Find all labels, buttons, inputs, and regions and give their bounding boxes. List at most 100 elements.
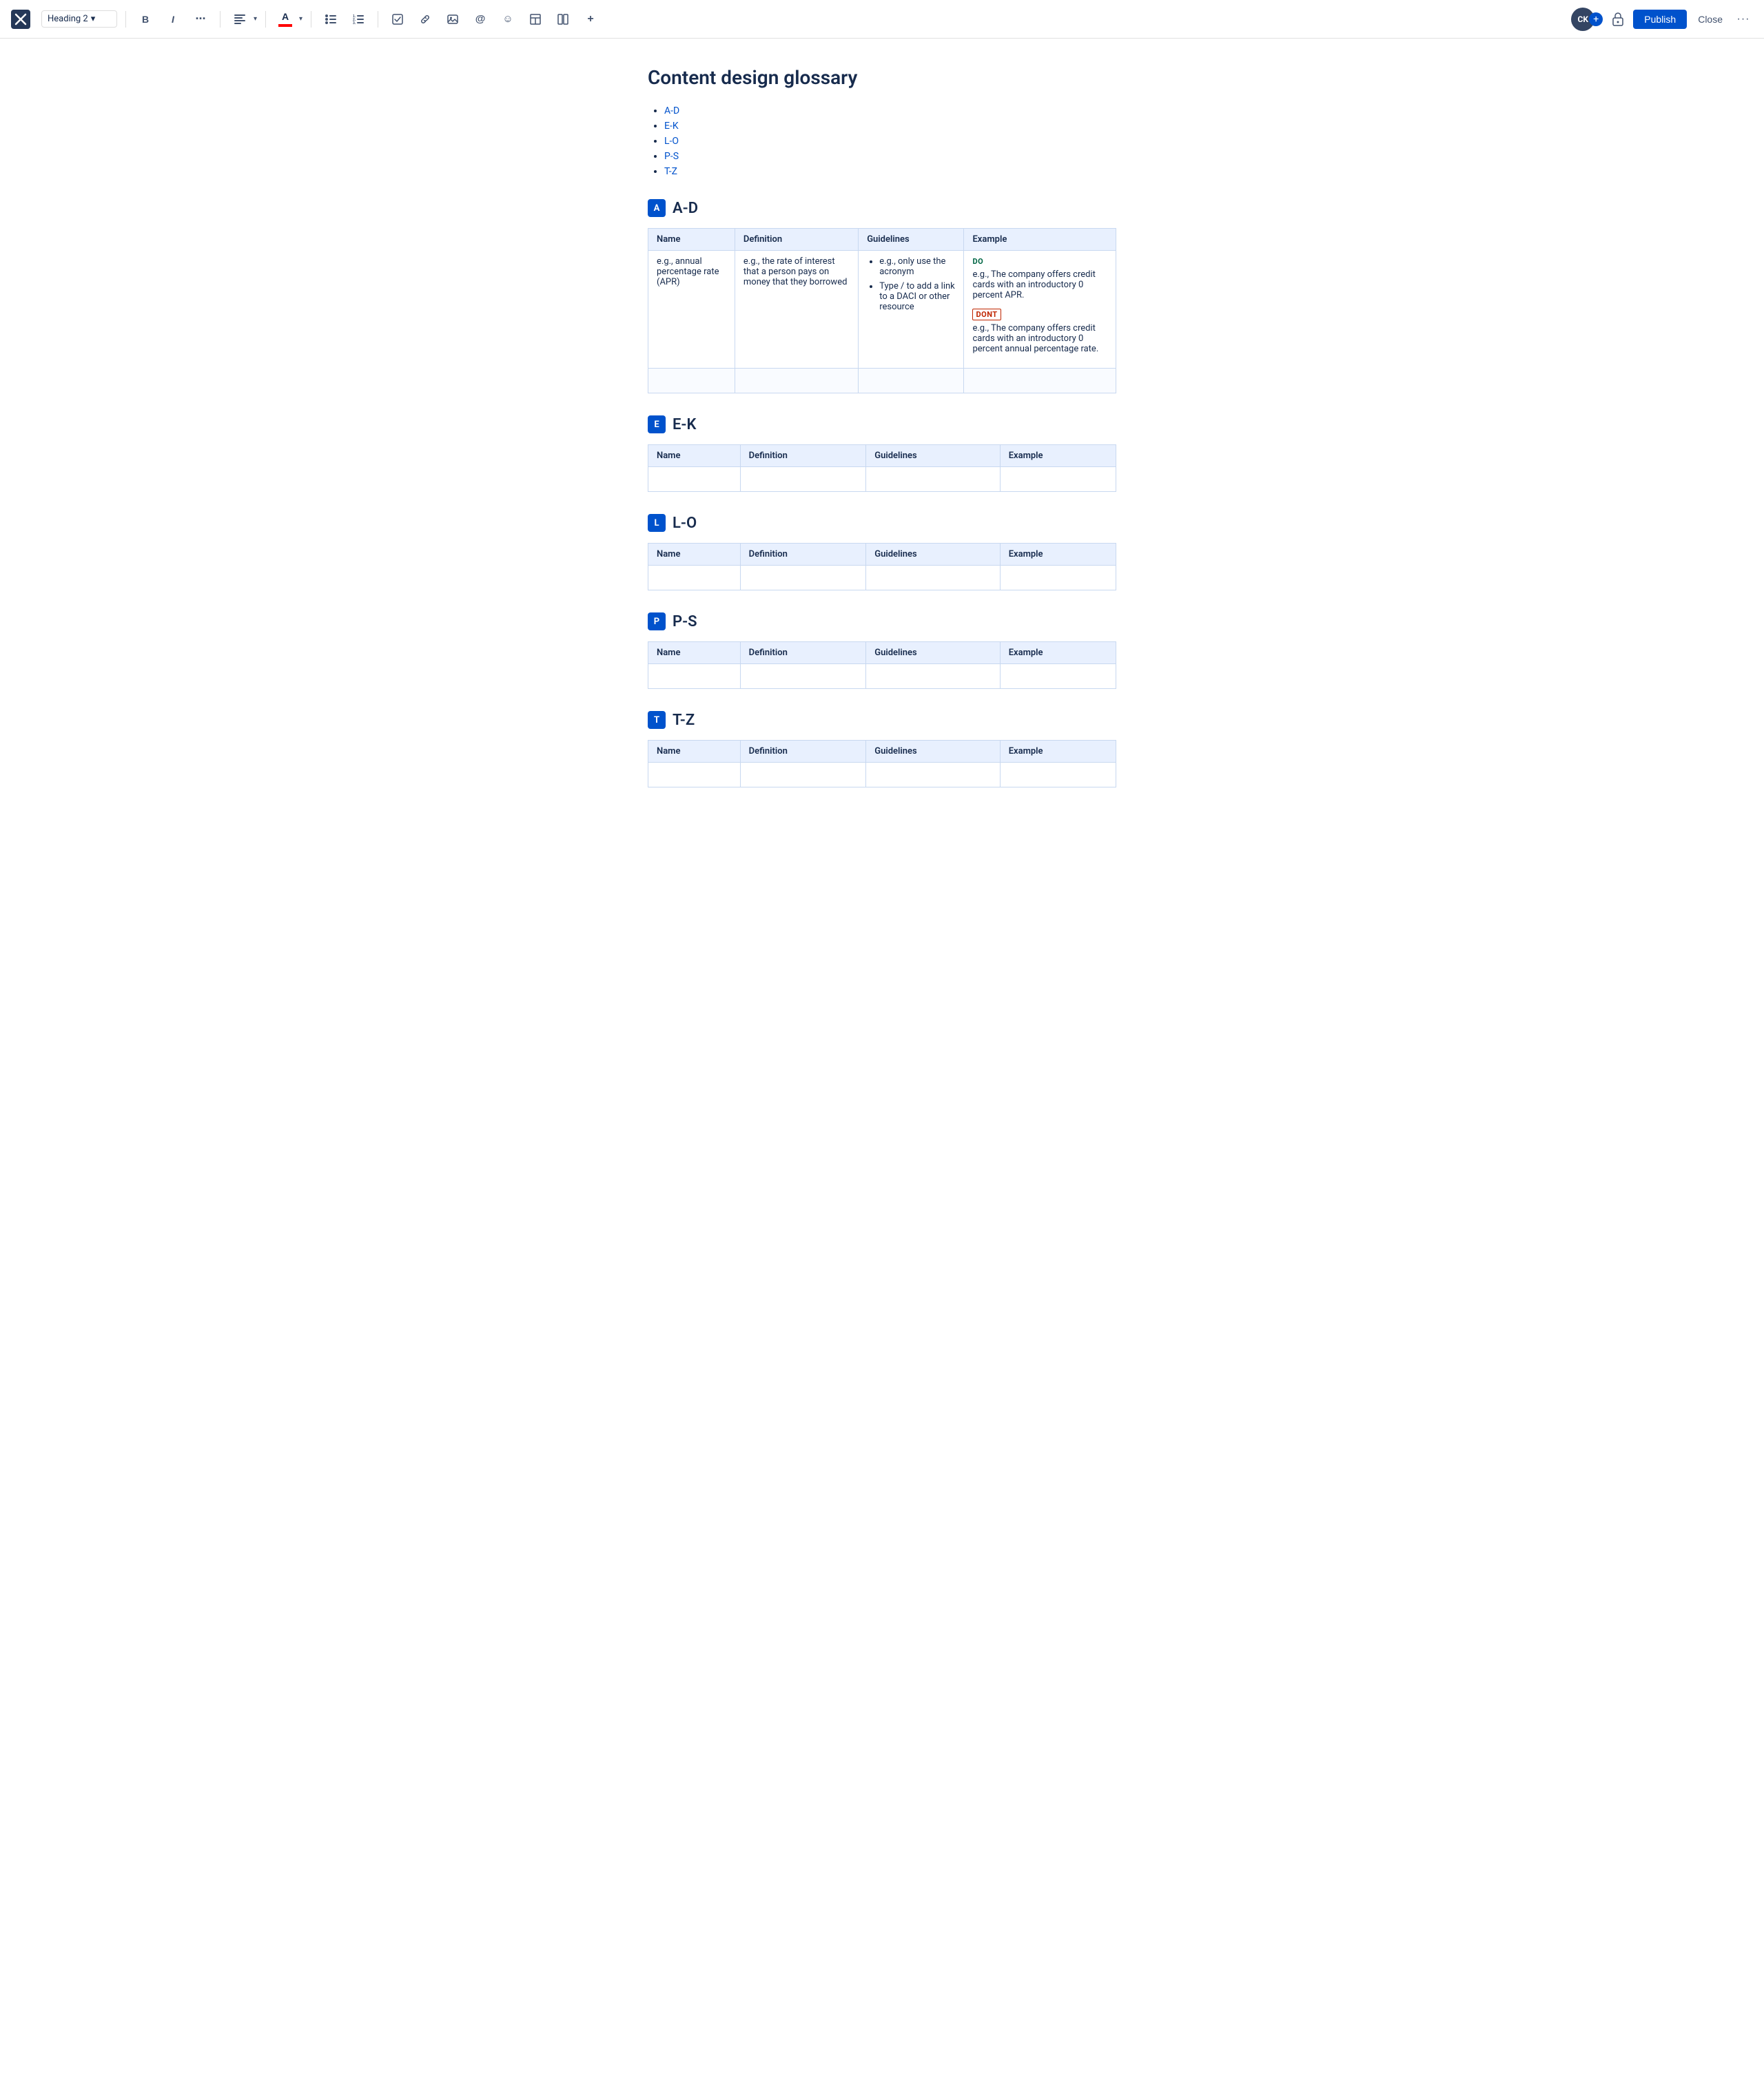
cell-empty [648,369,735,393]
table-header-definition: Definition [740,642,866,664]
table-header-definition: Definition [740,741,866,763]
table-t-z: NameDefinitionGuidelinesExample [648,740,1116,787]
cell-empty [1000,566,1116,590]
table-button[interactable] [524,8,546,30]
table-header-example: Example [964,229,1116,251]
table-row[interactable] [648,467,1116,492]
cell-empty [1000,467,1116,492]
table-l-o: NameDefinitionGuidelinesExample [648,543,1116,590]
toolbar-divider-1 [125,11,126,28]
section-header-a-d: A A-D [648,199,1116,217]
cell-empty [740,664,866,689]
cell-empty [648,664,741,689]
section-header-t-z: T T-Z [648,711,1116,729]
mention-button[interactable]: @ [469,8,491,30]
cell-empty [866,566,1000,590]
table-header-guidelines: Guidelines [866,642,1000,664]
more-options-button[interactable]: ··· [1734,10,1753,29]
table-header-definition: Definition [740,445,866,467]
table-a-d: NameDefinitionGuidelinesExamplee.g., ann… [648,228,1116,393]
avatar-group: CK + [1571,8,1603,31]
table-header-guidelines: Guidelines [859,229,964,251]
emoji-button[interactable]: ☺ [497,8,519,30]
guideline-item: e.g., only use the acronym [879,256,955,277]
text-color-button[interactable]: A [274,8,296,30]
cell-empty [648,467,741,492]
close-button[interactable]: Close [1692,10,1728,29]
guideline-item: Type / to add a link to a DACI or other … [879,281,955,312]
more-insert-button[interactable]: + [580,8,602,30]
section-header-p-s: P P-S [648,612,1116,630]
more-format-button[interactable]: ··· [189,8,212,30]
table-header-name: Name [648,229,735,251]
table-header-guidelines: Guidelines [866,544,1000,566]
table-header-example: Example [1000,445,1116,467]
color-dropdown-icon[interactable]: ▾ [299,15,302,23]
heading-select-label: Heading 2 [48,14,88,24]
table-header-example: Example [1000,741,1116,763]
section-heading-e-k: E-K [673,416,696,433]
table-row[interactable]: e.g., annual percentage rate (APR)e.g., … [648,251,1116,369]
bold-button[interactable]: B [134,8,156,30]
cell-definition: e.g., the rate of interest that a person… [735,251,858,369]
section-heading-t-z: T-Z [673,712,695,729]
cell-empty [740,566,866,590]
app-logo[interactable] [11,10,30,29]
cell-empty [964,369,1116,393]
cell-guidelines: e.g., only use the acronym Type / to add … [859,251,964,369]
task-button[interactable] [387,8,409,30]
table-row[interactable] [648,664,1116,689]
cell-empty [859,369,964,393]
publish-button[interactable]: Publish [1633,10,1687,29]
avatar-initials: CK [1578,14,1588,24]
cell-empty [648,763,741,787]
cell-empty [866,763,1000,787]
table-row[interactable] [648,763,1116,787]
page-title[interactable]: Content design glossary [648,66,1116,89]
add-collaborator-button[interactable]: + [1589,12,1603,26]
lock-button[interactable] [1608,10,1628,29]
table-header-name: Name [648,445,741,467]
align-dropdown-icon[interactable]: ▾ [254,15,257,23]
toc-link-l-o[interactable]: L-O [664,136,679,147]
table-row[interactable] [648,566,1116,590]
image-button[interactable] [442,8,464,30]
example-text: e.g., The company offers credit cards wi… [972,323,1107,354]
numbered-list-button[interactable]: 1.2.3. [347,8,369,30]
table-header-guidelines: Guidelines [866,741,1000,763]
table-header-name: Name [648,642,741,664]
section-badge-p-s: P [648,612,666,630]
editor-area: Content design glossary A-DE-KL-OP-ST-Z … [620,39,1144,865]
cell-examples: DO e.g., The company offers credit cards … [964,251,1116,369]
section-heading-l-o: L-O [673,515,697,532]
table-header-name: Name [648,741,741,763]
bullet-list-button[interactable] [320,8,342,30]
section-badge-t-z: T [648,711,666,729]
italic-button[interactable]: I [162,8,184,30]
heading-select[interactable]: Heading 2 ▾ [41,10,117,28]
toc-link-t-z[interactable]: T-Z [664,166,677,177]
toc-link-p-s[interactable]: P-S [664,151,679,162]
section-heading-p-s: P-S [673,613,697,630]
sections-container: AA-DNameDefinitionGuidelinesExamplee.g.,… [648,199,1116,787]
table-row[interactable] [648,369,1116,393]
table-header-example: Example [1000,642,1116,664]
heading-dropdown-icon: ▾ [91,14,96,24]
link-button[interactable] [414,8,436,30]
section-badge-a-d: A [648,199,666,217]
cell-empty [740,763,866,787]
table-e-k: NameDefinitionGuidelinesExample [648,444,1116,492]
layout-button[interactable] [552,8,574,30]
table-header-definition: Definition [740,544,866,566]
toc-link-a-d[interactable]: A-D [664,105,679,116]
cell-empty [1000,763,1116,787]
do-badge: DO [972,257,983,266]
section-badge-e-k: E [648,415,666,433]
toc-list: A-D E-K L-O P-S T-Z [648,105,1116,177]
toc-link-e-k[interactable]: E-K [664,121,679,132]
align-button[interactable] [229,8,251,30]
dont-badge: DONT [972,309,1001,320]
section-heading-a-d: A-D [673,200,698,217]
section-badge-l-o: L [648,514,666,532]
cell-name: e.g., annual percentage rate (APR) [648,251,735,369]
